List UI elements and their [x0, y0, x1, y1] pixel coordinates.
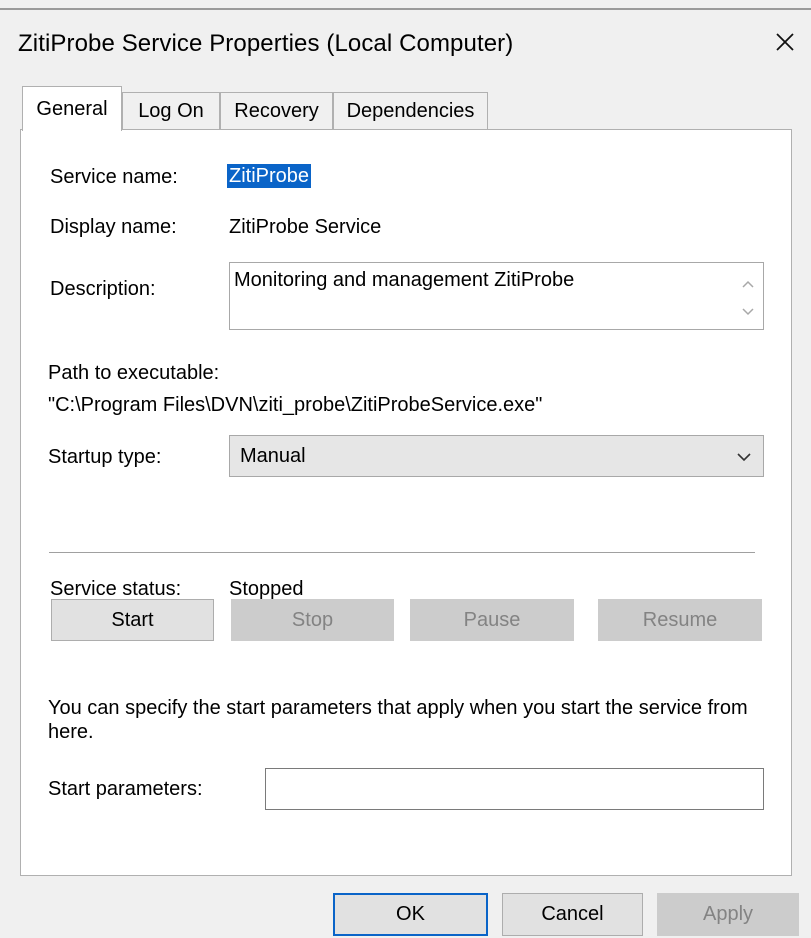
- tab-label: Recovery: [234, 100, 319, 122]
- resume-button[interactable]: Resume: [598, 599, 762, 641]
- chevron-down-icon: [742, 308, 754, 316]
- chevron-down-icon: [737, 453, 751, 462]
- tab-label: Dependencies: [346, 100, 475, 122]
- start-parameters-info: You can specify the start parameters tha…: [48, 697, 748, 743]
- description-text: Monitoring and management ZitiProbe: [234, 269, 575, 291]
- service-name-selected-text: ZitiProbe: [227, 164, 312, 188]
- tab-recovery[interactable]: Recovery: [220, 92, 333, 130]
- ok-button[interactable]: OK: [333, 893, 488, 936]
- start-parameters-label: Start parameters:: [48, 778, 203, 800]
- window-top-border: [0, 0, 811, 10]
- cancel-button[interactable]: Cancel: [502, 893, 643, 936]
- path-value: "C:\Program Files\DVN\ziti_probe\ZitiPro…: [48, 394, 543, 416]
- start-button[interactable]: Start: [51, 599, 214, 641]
- path-label: Path to executable:: [48, 362, 220, 384]
- close-icon: [776, 33, 794, 51]
- description-field[interactable]: Monitoring and management ZitiProbe: [229, 262, 764, 330]
- start-parameters-input[interactable]: [265, 768, 764, 810]
- service-name-label: Service name:: [50, 166, 178, 188]
- separator-line: [49, 552, 755, 553]
- tab-dependencies[interactable]: Dependencies: [333, 92, 488, 130]
- tab-label: Log On: [138, 100, 204, 122]
- chevron-up-icon: [742, 280, 754, 288]
- startup-type-select[interactable]: Manual: [229, 435, 764, 477]
- description-label: Description:: [50, 278, 156, 300]
- display-name-label: Display name:: [50, 216, 177, 238]
- display-name-value: ZitiProbe Service: [229, 216, 382, 238]
- dropdown-arrow: [733, 446, 755, 468]
- service-status-label: Service status:: [50, 578, 182, 600]
- window-title: ZitiProbe Service Properties (Local Comp…: [18, 30, 514, 57]
- tab-label: General: [36, 97, 108, 120]
- service-status-value: Stopped: [229, 578, 304, 600]
- stop-button[interactable]: Stop: [231, 599, 394, 641]
- startup-type-label: Startup type:: [48, 446, 162, 468]
- startup-type-value: Manual: [240, 445, 306, 467]
- tab-log-on[interactable]: Log On: [122, 92, 220, 130]
- close-button[interactable]: [770, 25, 800, 59]
- scroll-down-button[interactable]: [739, 303, 757, 321]
- scroll-up-button[interactable]: [739, 275, 757, 293]
- general-panel: Service name: ZitiProbe Display name: Zi…: [20, 129, 792, 876]
- tab-general[interactable]: General: [22, 86, 122, 131]
- apply-button[interactable]: Apply: [657, 893, 799, 936]
- service-name-value[interactable]: ZitiProbe: [227, 164, 312, 188]
- pause-button[interactable]: Pause: [410, 599, 574, 641]
